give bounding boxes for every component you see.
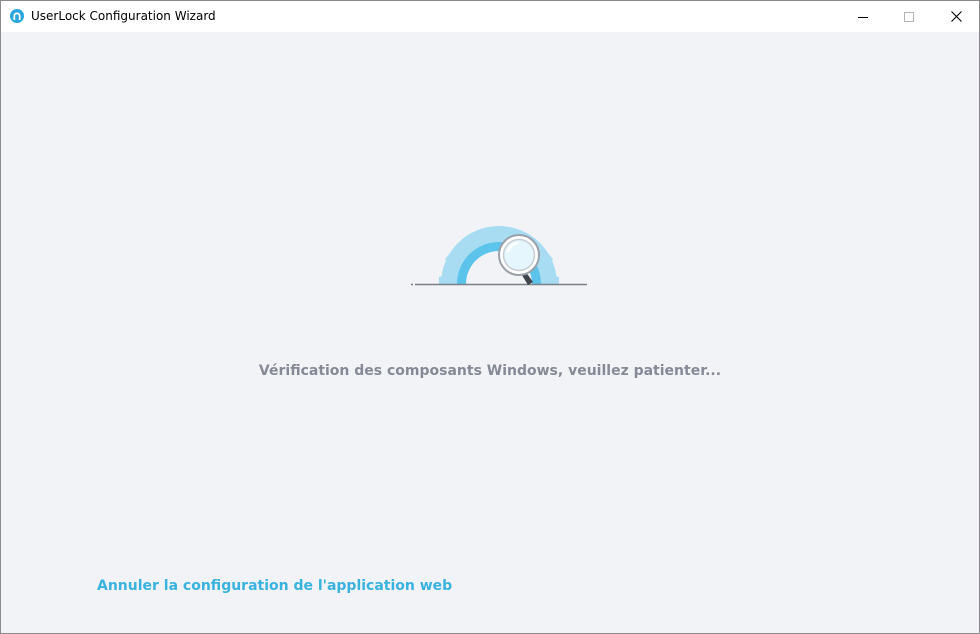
userlock-logo-icon (10, 9, 24, 23)
close-button[interactable] (933, 1, 979, 32)
minimize-button[interactable] (840, 1, 886, 32)
cancel-configuration-link[interactable]: Annuler la configuration de l'applicatio… (97, 578, 452, 594)
close-icon (950, 11, 962, 22)
wizard-window: UserLock Configuration Wizard Vérificati… (0, 0, 980, 634)
maximize-icon (904, 11, 914, 22)
status-message: Vérification des composants Windows, veu… (258, 363, 722, 379)
gear-magnifier-icon (411, 226, 587, 286)
window-title: UserLock Configuration Wizard (31, 9, 216, 23)
title-bar[interactable]: UserLock Configuration Wizard (1, 1, 979, 32)
maximize-button[interactable] (886, 1, 932, 32)
minimize-icon (858, 16, 868, 18)
